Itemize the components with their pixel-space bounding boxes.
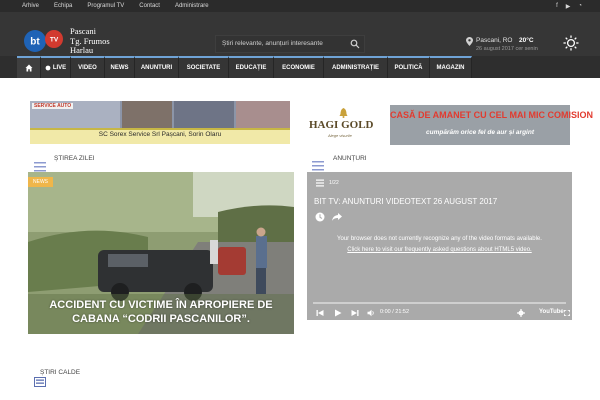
hagi-gold-subline: cumpărăm orice fel de aur și argint [425,129,534,136]
top-link-echipa[interactable]: Echipa [54,3,72,9]
main-nav: LIVE VIDEO NEWS ANUNTURI SOCIETATE EDUCA… [0,56,600,78]
top-link-contact[interactable]: Contact [139,3,160,9]
top-link-programul-tv[interactable]: Programul TV [87,3,124,9]
hagi-gold-slogan: Alege visurile [328,133,352,138]
site-header: bt TV Pascani Tg. Frumos Harlau Știri re… [0,12,600,56]
share-icon[interactable] [332,212,342,222]
weather-city: Pascani, RO [476,37,513,44]
ad-service-label: SERVICE AUTO [32,103,74,109]
previous-icon[interactable] [316,309,324,317]
nav-educatie[interactable]: EDUCAȚIE [229,56,274,78]
rss-icon[interactable]: ◔ [578,3,582,9]
nav-live[interactable]: LIVE [41,56,71,78]
top-links: Arhive Echipa Programul TV Contact Admin… [22,0,224,12]
nav-magazin[interactable]: MAGAZIN [430,56,472,78]
nav-educatie-label: EDUCAȚIE [235,65,267,71]
nav-video-label: VIDEO [78,65,97,71]
nav-home[interactable] [17,56,41,78]
video-unsupported-message: Your browser does not currently recogniz… [337,236,542,242]
featured-news-card[interactable]: NEWS ACCIDENT CU VICTIME ÎN APROPIERE DE… [28,172,294,334]
nav-economie-label: ECONOMIE [282,65,315,71]
volume-icon[interactable] [367,309,375,317]
nav-administratie[interactable]: ADMINISTRAȚIE [324,56,388,78]
youtube-icon[interactable]: ▶ [566,3,571,10]
hagi-gold-brand: HAGI GOLD [309,119,374,131]
ad-service-caption: SC Sorex Service Srl Pașcani, Sorin Olar… [98,131,222,138]
hagi-gold-logo: HAGI GOLD Alege visurile [306,103,390,145]
search-icon[interactable] [350,39,360,49]
playlist-count: 1/22 [329,180,339,186]
nav-live-label: LIVE [52,65,67,71]
section-stirea-zilei: ȘTIREA ZILEI [54,155,95,162]
news-list-icon [34,162,46,172]
settings-gear-icon[interactable] [517,309,525,317]
youtube-logo[interactable]: YouTube [539,309,564,315]
live-dot-icon [45,65,51,71]
ad-banner-service-auto[interactable]: SERVICE AUTO SC Sorex Service Srl Pașcan… [30,101,290,144]
hagi-gold-headline: CASĂ DE AMANET CU CEL MAI MIC COMISION [390,110,594,120]
search-placeholder: Știri relevante, anunțuri interesante [222,40,323,47]
hot-news-icon [34,377,46,387]
nav-video[interactable]: VIDEO [71,56,105,78]
ad-banner-hagi-gold[interactable]: HAGI GOLD Alege visurile CASĂ DE AMANET … [306,103,594,145]
nav-societate[interactable]: SOCIETATE [179,56,229,78]
playlist-icon[interactable] [316,179,324,187]
featured-news-title[interactable]: ACCIDENT CU VICTIME ÎN APROPIERE DE CABA… [36,298,286,326]
section-anunturi: ANUNȚURI [333,155,367,162]
top-bar: Arhive Echipa Programul TV Contact Admin… [0,0,600,12]
weather-date: 26 august 2017 cer senin [476,46,538,52]
watch-later-icon[interactable] [315,212,325,222]
brand-line-harlau: Harlau [70,45,94,55]
facebook-icon[interactable]: f [556,3,558,9]
nav-politica[interactable]: POLITICĂ [388,56,430,78]
location-pin-icon [466,37,473,46]
video-progress-bar[interactable] [313,302,566,304]
brand-locations: Pascani Tg. Frumos Harlau [70,26,110,56]
next-icon[interactable] [351,309,359,317]
video-player[interactable]: 1/22 BIT TV: ANUNTURI VIDEOTEXT 26 AUGUS… [307,172,572,320]
nav-economie[interactable]: ECONOMIE [274,56,324,78]
nav-news-label: NEWS [110,65,129,71]
nav-magazin-label: MAGAZIN [436,65,465,71]
nav-anunturi[interactable]: ANUNTURI [135,56,179,78]
bell-icon [339,108,348,118]
video-time: 0:00 / 21:52 [380,309,410,315]
news-badge: NEWS [28,177,53,187]
hagi-gold-message: CASĂ DE AMANET CU CEL MAI MIC COMISION c… [390,105,594,145]
nav-news[interactable]: NEWS [105,56,135,78]
video-controls: 0:00 / 21:52 YouTube [307,306,572,320]
nav-politica-label: POLITICĂ [394,65,423,71]
svg-text:bt: bt [30,37,40,48]
top-link-administrare[interactable]: Administrare [175,3,209,9]
search-input[interactable]: Știri relevante, anunțuri interesante [215,35,365,53]
top-link-arhive[interactable]: Arhive [22,3,39,9]
nav-societate-label: SOCIETATE [186,65,221,71]
site-logo[interactable]: bt TV [24,29,66,53]
sun-icon [563,35,579,51]
weather-temperature: 20°C [519,37,534,44]
nav-anunturi-label: ANUNTURI [140,65,173,71]
play-icon[interactable] [334,309,342,317]
html5-faq-link[interactable]: Click here to visit our frequently asked… [307,247,572,253]
announcements-list-icon [312,161,324,171]
home-icon [25,64,32,72]
nav-administratie-label: ADMINISTRAȚIE [332,65,379,71]
social-links: f ▶ ◔ [548,0,582,12]
fullscreen-icon[interactable] [564,309,570,317]
section-stiri-calde: ȘTIRI CALDE [40,369,81,376]
video-title[interactable]: BIT TV: ANUNTURI VIDEOTEXT 26 AUGUST 201… [314,197,497,206]
svg-text:TV: TV [50,37,59,44]
